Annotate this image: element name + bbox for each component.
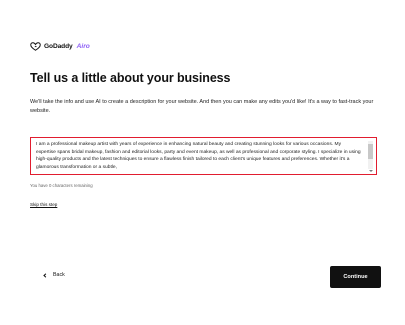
godaddy-logo-icon bbox=[30, 42, 41, 51]
skip-step-link[interactable]: Skip this step bbox=[30, 202, 57, 207]
chevron-left-icon bbox=[43, 272, 48, 278]
page-title: Tell us a little about your business bbox=[30, 71, 231, 85]
brand-product: Airo bbox=[76, 43, 90, 50]
scrollbar-thumb[interactable] bbox=[368, 144, 373, 159]
business-description-textarea[interactable]: I am a professional makeup artist with y… bbox=[30, 137, 377, 175]
page: GoDaddy Airo Tell us a little about your… bbox=[0, 0, 405, 325]
intro-text: We'll take the info and use AI to create… bbox=[30, 99, 374, 114]
brand-header: GoDaddy Airo bbox=[30, 42, 90, 51]
back-button[interactable]: Back bbox=[43, 272, 65, 278]
back-button-label: Back bbox=[53, 272, 65, 278]
scroll-down-arrow-icon[interactable] bbox=[369, 170, 373, 172]
continue-button[interactable]: Continue bbox=[330, 266, 381, 288]
character-counter: You have 0 characters remaining bbox=[30, 183, 93, 188]
brand-name: GoDaddy bbox=[44, 43, 73, 50]
textarea-scrollbar[interactable] bbox=[368, 141, 373, 169]
business-description-text[interactable]: I am a professional makeup artist with y… bbox=[36, 141, 362, 172]
continue-button-label: Continue bbox=[343, 274, 368, 280]
